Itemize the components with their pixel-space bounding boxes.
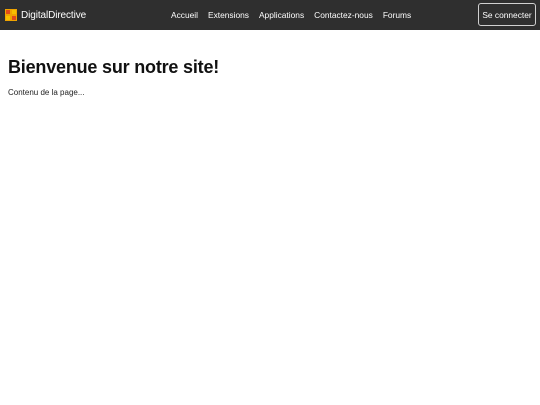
top-navbar: DigitalDirective Accueil Extensions Appl… (0, 0, 540, 30)
nav-link-contactez-nous[interactable]: Contactez-nous (314, 10, 373, 20)
login-button[interactable]: Se connecter (478, 3, 536, 26)
brand-name: DigitalDirective (21, 9, 87, 21)
nav-link-forums[interactable]: Forums (383, 10, 411, 20)
main-nav: Accueil Extensions Applications Contacte… (171, 0, 421, 30)
digitaldirective-logo-icon (5, 9, 17, 21)
nav-link-applications[interactable]: Applications (259, 10, 304, 20)
nav-link-accueil[interactable]: Accueil (171, 10, 198, 20)
nav-link-extensions[interactable]: Extensions (208, 10, 249, 20)
main-content: Bienvenue sur notre site! Contenu de la … (0, 56, 540, 97)
page-title: Bienvenue sur notre site! (8, 57, 220, 77)
page-content-text: Contenu de la page... (8, 88, 85, 97)
brand-home-link[interactable]: DigitalDirective (5, 9, 86, 21)
